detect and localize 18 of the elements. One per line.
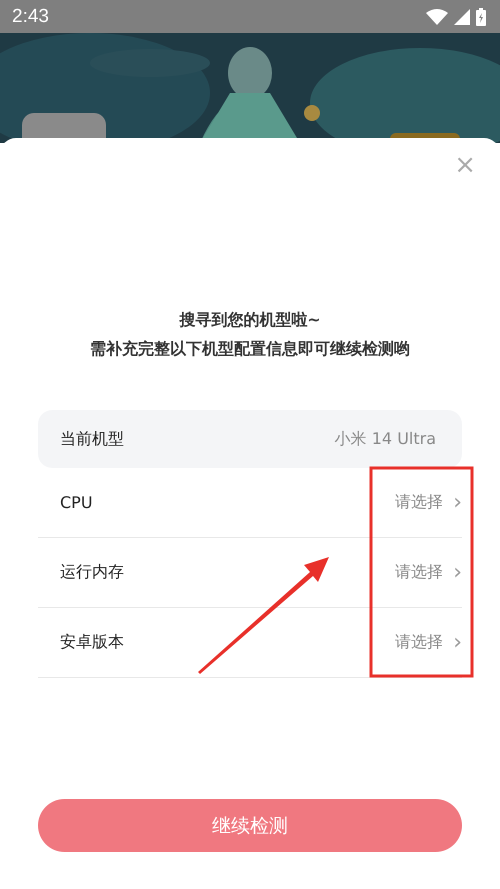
wifi-icon (426, 8, 448, 24)
config-row[interactable]: CPU 请选择 › (38, 468, 462, 538)
model-label: 当前机型 (60, 428, 124, 450)
model-value: 小米 14 Ultra (334, 428, 436, 450)
heading-text: 搜寻到您的机型啦~ (179, 309, 321, 331)
row-label: 安卓版本 (60, 632, 124, 653)
row-label: 运行内存 (60, 562, 124, 583)
chevron-icon: › (453, 632, 462, 654)
select-placeholder: 请选择 (395, 492, 444, 513)
status-time: 2:43 (12, 6, 49, 28)
battery-icon (476, 8, 486, 26)
heading-text: 需补充完整以下机型配置信息即可继续检测哟 (90, 338, 410, 360)
select-placeholder: 请选择 (395, 562, 444, 583)
row-label: CPU (60, 493, 93, 512)
select-placeholder: 请选择 (395, 632, 444, 653)
chevron-icon: › (453, 562, 462, 584)
chevron-icon: › (453, 492, 462, 514)
signal-icon (454, 8, 470, 24)
